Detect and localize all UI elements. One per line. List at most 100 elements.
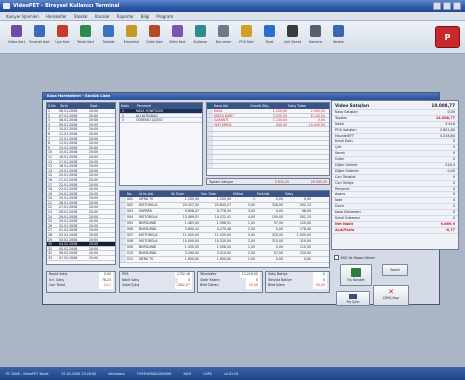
summary-panel: Video Satışları 10.008,77 Kasa Satışları 0,… xyxy=(331,100,459,250)
toolbar-button[interactable]: Çek Denet xyxy=(282,21,303,52)
toolbar-button[interactable]: Kullanıcı xyxy=(190,21,211,52)
staff-list[interactable]: Kodu Personel 1 KASA YÖNETİCİSİ 2 ALİ ALTIN… xyxy=(119,102,203,186)
toolbar-button[interactable]: Üye Kart xyxy=(52,21,73,52)
menu-item[interactable]: Hareketler xyxy=(46,12,67,20)
toolbar-button[interactable]: Bilim Kart xyxy=(167,21,188,52)
close-window-button[interactable] xyxy=(453,2,461,10)
toolbar-button[interactable]: Fiyat xyxy=(259,21,280,52)
footer-field: Cari Tahsil 14,7 xyxy=(47,283,115,289)
staff-name: ALİ ALTINDAĞ xyxy=(136,113,158,118)
product-cell: 10.320,00 xyxy=(214,239,231,243)
date-row-no: 25 xyxy=(48,219,53,223)
date-row-date: 08.01.2008 xyxy=(59,118,78,122)
product-cell: 150,00 xyxy=(271,215,283,219)
minimize-button[interactable] xyxy=(433,2,441,10)
toolbar-button[interactable]: Tahsilat xyxy=(98,21,119,52)
date-row-date: 28.01.2008 xyxy=(59,210,78,214)
product-cell: 14.122,41 xyxy=(214,215,231,219)
date-row-no: 20 xyxy=(48,196,53,200)
summary-label: Senet xyxy=(335,151,345,156)
product-row[interactable]: 011 SİFRA TV 1.800,00 1.800,00 1,00 0,00 0,00 xyxy=(120,257,329,263)
summary-label: Devir xyxy=(335,204,345,209)
date-row-time: 20:00 xyxy=(89,154,99,159)
product-sales-table[interactable]: No Ürün Adı İlk Tutar Son Tutar Miktar Farklı… xyxy=(119,190,330,268)
date-row-time: 20:00 xyxy=(89,173,99,177)
summary-label: Havale/EFT xyxy=(335,133,354,138)
cash-prev: 1.200,00 xyxy=(272,109,287,113)
summary-value: 9.869,9 xyxy=(440,221,455,226)
toolbar-button[interactable]: Ödün Kart xyxy=(144,21,165,52)
menu-item[interactable]: Stoklar xyxy=(74,12,88,20)
close-icon: ✕ xyxy=(388,288,394,296)
app-logo: P xyxy=(435,26,460,48)
staff-name: KASA YÖNETİCİSİ xyxy=(136,109,164,113)
date-row-time: 20:00 xyxy=(89,228,99,233)
summary-label: Kredi Ödemesi xyxy=(335,216,360,221)
status-field: 07.02.2008 13:28:00 xyxy=(61,371,97,376)
toolbar-button[interactable]: Emanetçi xyxy=(121,21,142,52)
checkbox-box[interactable] xyxy=(334,255,339,260)
cash-prev: 1.100,00 xyxy=(272,118,287,122)
date-row-time: 20:00 xyxy=(89,196,99,200)
footer-label: Gider/Çıkış xyxy=(122,283,140,287)
row-index xyxy=(207,141,213,145)
menu-item[interactable]: Raporlar xyxy=(117,12,134,20)
product-cell: 502,13 xyxy=(299,203,311,207)
toolbar-button[interactable]: Kamera xyxy=(305,21,326,52)
footer-field: Gider/Çıkış 1682,07 xyxy=(120,283,194,289)
date-row-time: 20:00 xyxy=(89,187,99,191)
date-row[interactable]: 33 07.02.2008 20:00 xyxy=(47,256,115,261)
date-row-time: 20:00 xyxy=(89,214,99,219)
date-row-no: 7 xyxy=(48,136,51,141)
status-bar: PC 2008 - VideoPET Yönet. 07.02.2008 13:2… xyxy=(0,367,465,380)
exit-button[interactable]: ✕ ÇIKIŞ Kay. xyxy=(373,285,409,306)
menu-item[interactable]: Kasalar xyxy=(95,12,110,20)
toolbar-button[interactable]: Durumlar xyxy=(213,21,234,52)
staff-row[interactable]: 3 ÖĞRENCİ ÇİÇEĞİ xyxy=(120,118,202,123)
cash-row[interactable] xyxy=(207,164,329,169)
date-row-no: 6 xyxy=(48,131,51,136)
product-cell: 11.035,00 xyxy=(214,233,231,237)
date-row-time: 20:00 xyxy=(89,219,99,223)
cash-name: KASA xyxy=(214,109,223,113)
money-icon xyxy=(103,25,114,37)
product-cell: 1.450,00 xyxy=(184,245,199,249)
product-cell: 008 xyxy=(127,239,134,243)
date-row-date: 12.01.2008 xyxy=(59,136,78,141)
product-cell: 1.205,00 xyxy=(184,197,199,201)
date-list[interactable]: S.No Tarih Saat 1 06.01.2008 20:00 2 07.01.2… xyxy=(46,102,116,265)
toolbar-button[interactable]: Emanet Kart xyxy=(29,21,50,52)
save-receipt-button[interactable]: Fiş Kaydet xyxy=(340,264,372,286)
menu-item[interactable]: Kasiyer İşlemleri xyxy=(6,12,39,20)
toolbar-button[interactable]: Yardım xyxy=(328,21,349,52)
cash-prev: 3.030,00 xyxy=(272,113,287,118)
toolbar-button[interactable]: Tahsil Kart xyxy=(75,21,96,52)
product-cell: 004 xyxy=(127,215,134,219)
summary-label: Açık/Fazla xyxy=(335,227,355,232)
cash-accounts-table[interactable]: Kasa Adı Önceki Bky. Satış Tutarı KASA 1.… xyxy=(206,102,330,176)
video-card-icon xyxy=(11,25,22,37)
toolbar-button-label: Ödün Kart xyxy=(146,40,163,44)
summary-value: 0 xyxy=(452,192,455,197)
toolbar-button[interactable]: POS Kart xyxy=(236,21,257,52)
date-row-time: 20:00 xyxy=(89,113,99,118)
product-cell: 3,00 xyxy=(247,233,255,237)
cash-total-row: Toplam Satışlar 5.830,00 29.595,00 xyxy=(206,178,330,185)
footer-value: 1682,07 xyxy=(174,283,192,289)
product-cell: 1.800,00 xyxy=(184,257,199,261)
maximize-button[interactable] xyxy=(443,2,451,10)
menu-item[interactable]: Bilgi xyxy=(141,12,150,20)
date-row-date: 10.01.2008 xyxy=(59,127,78,131)
toolbar-button[interactable]: Video Kart xyxy=(6,21,27,52)
toolbar-button-label: Tahsilat xyxy=(102,40,115,44)
date-row-date: 04.02.2008 xyxy=(59,242,78,246)
summary-value: 0 xyxy=(452,157,455,162)
product-cell: 1.463,00 xyxy=(184,221,199,225)
toolbar-button-label: Tahsil Kart xyxy=(77,40,94,44)
product-cell: 97,00 xyxy=(273,221,283,225)
report-checkbox[interactable]: EKO ile Rapor Dönen xyxy=(334,254,408,261)
menu-item[interactable]: Program xyxy=(156,12,173,20)
product-cell: 310,00 xyxy=(299,239,311,243)
receipt-output-button[interactable]: Fiş Çıktı xyxy=(336,291,370,306)
print-button[interactable]: Yazdır xyxy=(382,264,408,276)
